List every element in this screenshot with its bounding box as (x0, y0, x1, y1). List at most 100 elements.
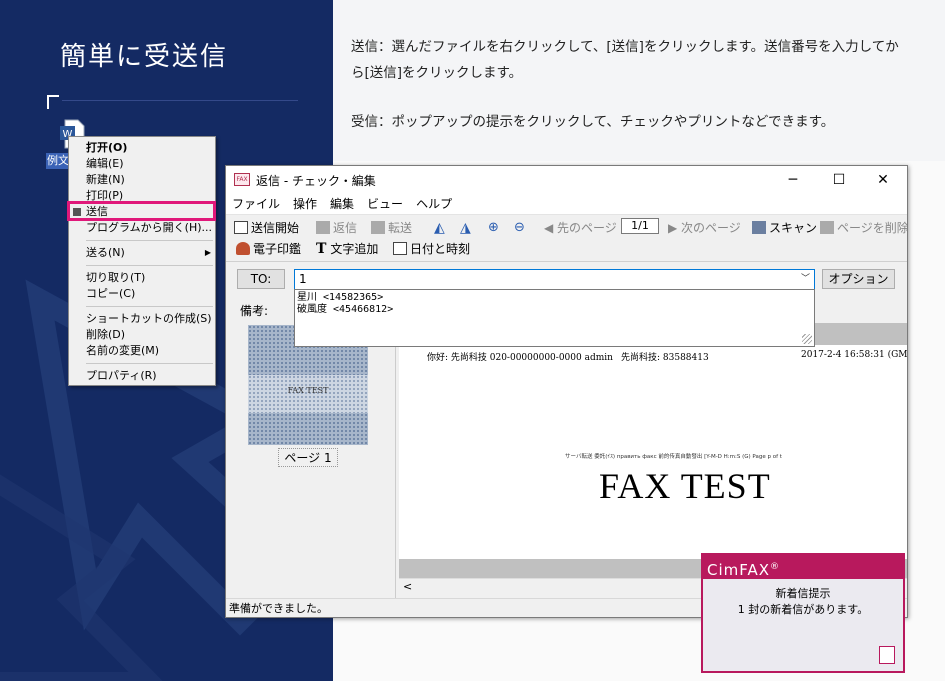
add-text-button[interactable]: T 文字追加 (316, 240, 378, 258)
rotate-right-icon[interactable]: ◮ (460, 219, 471, 237)
rotate-left-icon[interactable]: ◭ (434, 219, 445, 237)
context-menu: 打开(O) 编辑(E) 新建(N) 打印(P) 送信 プログラムから開く(H).… (68, 136, 216, 386)
fax-tiny-text: サーバ転送 委託(ｲｽ) править факс 前的传真自動發出 [Y-M-… (565, 454, 782, 460)
to-input[interactable]: 1 ﹀ (294, 269, 815, 290)
next-page-button[interactable]: ▶ 次のページ (668, 219, 741, 237)
delete-page-button[interactable]: ページを削除 (820, 219, 908, 237)
file-label[interactable]: 例文 (46, 153, 70, 169)
forward-icon (371, 221, 385, 234)
forward-label: 転送 (388, 221, 413, 235)
text-icon: T (316, 241, 327, 257)
close-button[interactable]: ✕ (869, 170, 897, 190)
notification-popup[interactable]: CimFAX® 新着信提示 1 封の新着信があります。 (701, 553, 905, 673)
fax-main-text: FAX TEST (599, 466, 771, 506)
receive-description: 受信：ポップアップの提示をクリックして、チェックやプリントなどできます。 (351, 114, 835, 130)
zoom-out-icon[interactable]: ⊖ (514, 219, 525, 237)
seal-button[interactable]: 電子印鑑 (236, 240, 301, 258)
menu-item-create-shortcut[interactable]: ショートカットの作成(S) (69, 311, 215, 327)
arrow-right-icon: ▶ (668, 221, 682, 235)
notification-title: 新着信提示 (775, 587, 831, 600)
recipient-suggestions: 星川 <14582365> 破風度 <45466812> (294, 289, 815, 347)
document-icon[interactable] (879, 646, 895, 664)
suggestion-item[interactable]: 破風度 <45466812> (297, 304, 814, 316)
send-start-button[interactable]: 送信開始 (234, 219, 299, 237)
menu-bar: ファイル 操作 編集 ビュー ヘルプ (226, 194, 907, 214)
fax-header-left: 你好: 先尚科技 020-00000000-0000 admin (427, 353, 613, 363)
maximize-button[interactable]: ☐ (825, 170, 853, 190)
next-page-label: 次のページ (681, 221, 741, 235)
menu-item-send-to[interactable]: 送る(N) ▶ (69, 245, 215, 261)
minimize-button[interactable]: ─ (779, 170, 807, 190)
add-text-label: 文字追加 (330, 242, 379, 256)
menu-separator (86, 265, 213, 266)
menu-item-send-to-label: 送る(N) (86, 246, 125, 259)
thumbnail-label: ページ 1 (278, 448, 338, 467)
scan-label: スキャン (769, 221, 818, 235)
option-button[interactable]: オプション (822, 269, 895, 289)
menu-operation[interactable]: 操作 (293, 194, 317, 214)
arrow-left-icon: ◀ (544, 221, 558, 235)
fax-app-window: FAX 返信 - チェック・編集 ─ ☐ ✕ ファイル 操作 編集 ビュー ヘルプ 送信… (225, 165, 908, 618)
reply-icon (316, 221, 330, 234)
window-title: 返信 - チェック・編集 (256, 174, 376, 188)
menu-item-open[interactable]: 打开(O) (69, 140, 215, 156)
zoom-in-icon[interactable]: ⊕ (488, 219, 499, 237)
thumbnail-text: FAX TEST (287, 386, 329, 395)
fax-header-mid: 先尚科技: 83588413 (621, 353, 709, 363)
date-time-label: 日付と時刻 (410, 242, 471, 256)
menu-item-delete[interactable]: 削除(D) (69, 327, 215, 343)
registered-mark: ® (770, 562, 781, 572)
prev-page-label: 先のページ (557, 221, 617, 235)
document-icon (234, 221, 248, 234)
menu-separator (86, 240, 213, 241)
menu-item-edit[interactable]: 编辑(E) (69, 156, 215, 172)
menu-item-copy[interactable]: コピー(C) (69, 286, 215, 302)
delete-page-icon (820, 221, 834, 234)
menu-help[interactable]: ヘルプ (416, 194, 452, 214)
bracket-decor (47, 95, 59, 109)
submenu-arrow-icon: ▶ (204, 248, 211, 257)
toolbar-edit: 電子印鑑 T 文字追加 日付と時刻 (226, 238, 907, 262)
title-bar: FAX 返信 - チェック・編集 ─ ☐ ✕ (226, 166, 907, 194)
date-time-button[interactable]: 日付と時刻 (393, 240, 470, 258)
send-highlight (67, 201, 216, 221)
delete-page-label: ページを削除 (837, 221, 908, 235)
menu-item-properties[interactable]: プロパティ(R) (69, 368, 215, 384)
thumbnail-pane: FAX TEST ページ 1 (226, 323, 396, 598)
scanner-icon (752, 221, 766, 234)
menu-file[interactable]: ファイル (232, 194, 280, 214)
send-description: 送信：選んだファイルを右クリックして、[送信]をクリックします。送信番号を入力し… (351, 39, 899, 81)
stamp-icon (236, 242, 250, 255)
brand-name: CimFAX (707, 561, 771, 579)
resize-grip[interactable] (802, 334, 812, 344)
toolbar-main: 送信開始 返信 転送 ◭ ◮ ⊕ ⊖ ◀ 先のページ 1/1 ▶ 次のページ ス… (226, 214, 907, 238)
reply-button[interactable]: 返信 (316, 219, 357, 237)
menu-separator (86, 363, 213, 364)
chevron-down-icon[interactable]: ﹀ (801, 270, 810, 289)
menu-edit[interactable]: 編集 (330, 194, 354, 214)
suggestion-item[interactable]: 星川 <14582365> (297, 292, 814, 304)
menu-item-rename[interactable]: 名前の変更(M) (69, 343, 215, 359)
scroll-left-icon[interactable]: < (403, 580, 412, 593)
fax-viewer: 你好: 先尚科技 020-00000000-0000 admin 先尚科技: 8… (399, 323, 908, 578)
menu-item-open-with[interactable]: プログラムから開く(H)... (69, 220, 215, 236)
menu-separator (86, 306, 213, 307)
prev-page-button[interactable]: ◀ 先のページ (544, 219, 617, 237)
seal-label: 電子印鑑 (253, 242, 302, 256)
reply-label: 返信 (333, 221, 358, 235)
page-title: 簡単に受送信 (60, 42, 229, 72)
fax-app-icon: FAX (234, 173, 250, 186)
to-value: 1 (299, 272, 307, 286)
send-start-label: 送信開始 (251, 221, 300, 235)
to-button[interactable]: TO: (237, 269, 285, 289)
scan-button[interactable]: スキャン (752, 219, 817, 237)
calendar-icon (393, 242, 407, 255)
forward-button[interactable]: 転送 (371, 219, 412, 237)
menu-view[interactable]: ビュー (367, 194, 403, 214)
note-label: 備考: (240, 304, 269, 318)
menu-item-new[interactable]: 新建(N) (69, 172, 215, 188)
fax-header-right: 2017-2-4 16:58:31 (GMT (801, 350, 908, 360)
menu-item-cut[interactable]: 切り取り(T) (69, 270, 215, 286)
page-number-input[interactable]: 1/1 (621, 218, 659, 234)
fax-page: 你好: 先尚科技 020-00000000-0000 admin 先尚科技: 8… (399, 345, 908, 559)
